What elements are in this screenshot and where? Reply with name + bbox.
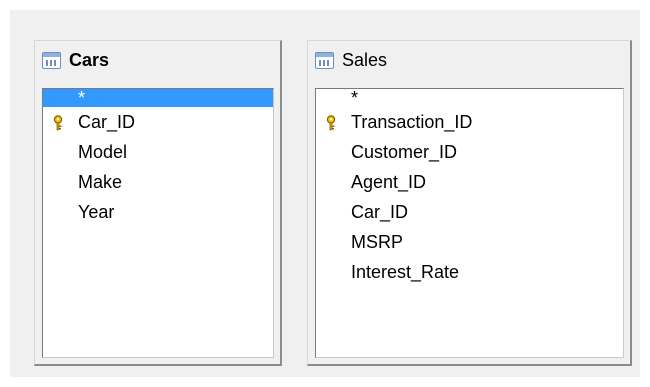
table-title-bar[interactable]: Cars [42,49,109,71]
field-label: Model [78,142,128,162]
primary-key-icon [326,115,336,131]
field-label: Customer_ID [351,142,458,162]
field-list[interactable]: * Transaction_ID Customer_ID Agent_ID Ca… [315,88,624,358]
table-icon [315,51,334,69]
field-label: Agent_ID [351,172,427,192]
field-item-transaction-id[interactable]: Transaction_ID [316,107,623,137]
field-item-year[interactable]: Year [43,197,273,227]
query-design-canvas: Cars * Car_ID Model Make Year Sales * Tr… [10,10,640,377]
table-title: Cars [69,49,110,70]
field-item-model[interactable]: Model [43,137,273,167]
field-item-all[interactable]: * [316,89,623,107]
field-label: Year [78,202,115,222]
field-label: Car_ID [351,202,409,222]
primary-key-icon [53,115,63,131]
field-item-all[interactable]: * [43,89,273,107]
table-window-cars[interactable]: Cars * Car_ID Model Make Year [34,40,282,366]
field-label: MSRP [351,232,404,252]
table-title-bar[interactable]: Sales [315,49,387,71]
field-label: * [78,88,86,108]
field-item-customer-id[interactable]: Customer_ID [316,137,623,167]
field-label: Transaction_ID [351,112,473,132]
field-label: Car_ID [78,112,136,132]
table-window-sales[interactable]: Sales * Transaction_ID Customer_ID Agent… [307,40,632,366]
field-item-agent-id[interactable]: Agent_ID [316,167,623,197]
field-item-car-id[interactable]: Car_ID [316,197,623,227]
field-list[interactable]: * Car_ID Model Make Year [42,88,274,358]
field-item-car-id[interactable]: Car_ID [43,107,273,137]
table-icon [42,51,61,69]
field-label: Interest_Rate [351,262,460,282]
field-item-make[interactable]: Make [43,167,273,197]
field-item-interest-rate[interactable]: Interest_Rate [316,257,623,287]
field-item-msrp[interactable]: MSRP [316,227,623,257]
table-title: Sales [342,49,388,70]
field-label: Make [78,172,123,192]
field-label: * [351,88,359,108]
